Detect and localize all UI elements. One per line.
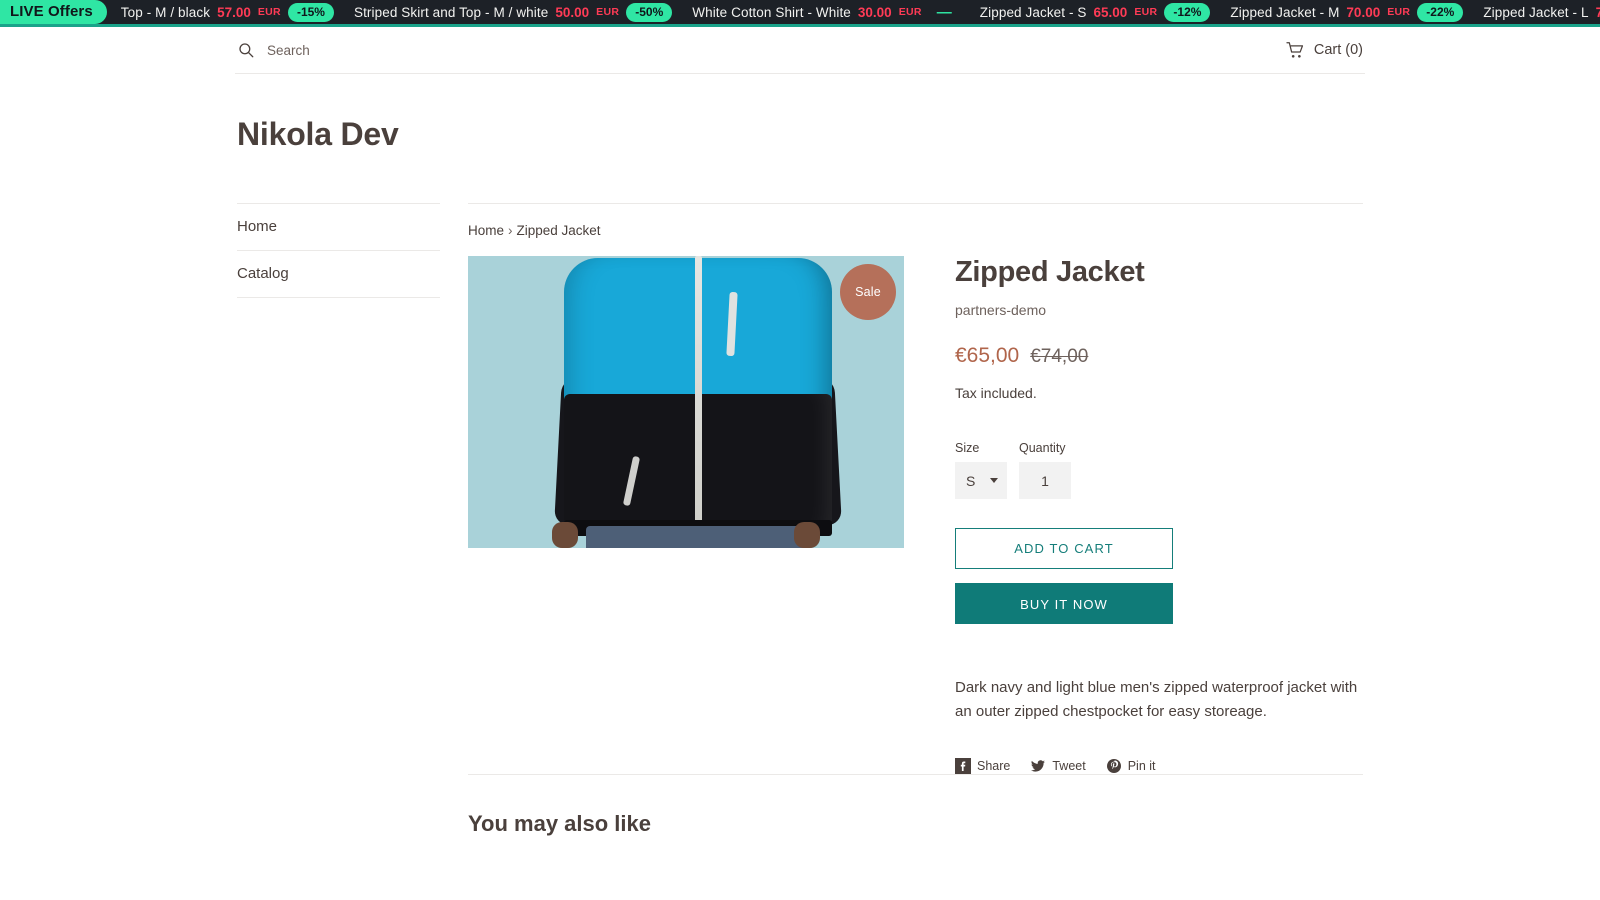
share-pinterest-label: Pin it	[1127, 759, 1156, 774]
model-hand-left	[552, 522, 578, 548]
share-facebook-label: Share	[977, 759, 1011, 774]
ticker-item-name: Top - M / black	[120, 4, 211, 20]
ticker-item[interactable]: Top - M / black 57.00 EUR -15%	[111, 2, 344, 22]
size-label: Size	[955, 441, 980, 456]
ticker-item-price: 57.00	[217, 4, 251, 20]
quantity-field: Quantity	[1019, 441, 1071, 500]
main-content: Home Catalog Home › Zipped Jacket Sale Z…	[235, 153, 1365, 775]
cart-link[interactable]: Cart (0)	[1286, 41, 1363, 59]
ticker-item-discount: -50%	[626, 2, 673, 22]
buy-it-now-button[interactable]: BUY IT NOW	[955, 583, 1173, 625]
ticker-item-currency: EUR	[1387, 6, 1411, 18]
ticker-item-price: 70.00	[1346, 4, 1381, 20]
jacket-illustration	[554, 256, 842, 548]
page-wrapper: Cart (0) Nikola Dev Home Catalog Home›Zi…	[0, 27, 1600, 837]
social-share-row: Share Tweet Pin it	[955, 724, 1363, 775]
ticker-item-price: 50.00	[555, 4, 590, 20]
search-icon[interactable]	[237, 41, 255, 59]
quantity-input[interactable]	[1019, 462, 1071, 500]
model-hand-right	[794, 522, 820, 548]
live-offers-pill: LIVE Offers	[0, 0, 107, 24]
related-heading: You may also like	[468, 811, 652, 837]
ticker-item-price: 65.00	[1093, 4, 1128, 20]
sale-badge: Sale	[840, 264, 896, 320]
ticker-item-currency: EUR	[898, 6, 922, 18]
search-input[interactable]	[267, 38, 547, 62]
twitter-icon	[1030, 758, 1046, 774]
shopping-cart-icon	[1286, 41, 1305, 59]
size-select[interactable]: S M L	[955, 462, 1007, 500]
ticker-item-name: Striped Skirt and Top - M / white	[353, 4, 549, 20]
share-twitter-button[interactable]: Tweet	[1030, 758, 1086, 774]
product-description: Dark navy and light blue men's zipped wa…	[955, 679, 1358, 721]
product-prices: €65,00 €74,00	[955, 318, 1363, 368]
ticker-item-discount: —	[936, 3, 952, 21]
related-inner: You may also like	[468, 774, 1363, 837]
related-products-section: You may also like	[235, 774, 1365, 837]
breadcrumb-home[interactable]: Home	[468, 223, 504, 238]
add-to-cart-button[interactable]: ADD TO CART	[955, 528, 1173, 570]
ticker-item-price: 75.00	[1596, 5, 1600, 20]
quantity-label: Quantity	[1019, 441, 1066, 456]
tax-note: Tax included.	[955, 385, 1037, 402]
breadcrumb: Home › Zipped Jacket	[468, 204, 1363, 238]
pinterest-icon	[1106, 758, 1122, 774]
site-title-wrapper: Nikola Dev	[235, 74, 1365, 153]
ticker-item[interactable]: Striped Skirt and Top - M / white 50.00 …	[344, 2, 682, 22]
ticker-item-name: White Cotton Shirt - White	[692, 4, 851, 20]
ticker-item[interactable]: Zipped Jacket - S 65.00 EUR -12%	[970, 2, 1221, 22]
ticker-item-currency: EUR	[1134, 6, 1158, 18]
ticker-item-discount: -15%	[287, 2, 334, 22]
site-header: Cart (0)	[235, 27, 1365, 74]
ticker-item[interactable]: Zipped Jacket - L 75.00 EUR -21%	[1473, 3, 1600, 22]
ticker-item[interactable]: White Cotton Shirt - White 30.00 EUR —	[682, 4, 970, 21]
facebook-icon	[955, 758, 971, 775]
size-field: Size S M L	[955, 441, 1007, 500]
ticker-item-discount: -12%	[1164, 2, 1211, 22]
ticker-item[interactable]: Zipped Jacket - M 70.00 EUR -22%	[1220, 2, 1473, 22]
product-info: Zipped Jacket partners-demo €65,00 €74,0…	[930, 256, 1363, 775]
ticker-item-name: Zipped Jacket - S	[979, 4, 1087, 20]
breadcrumb-current: Zipped Jacket	[516, 223, 601, 238]
product-vendor[interactable]: partners-demo	[955, 289, 1363, 318]
cart-label: Cart (0)	[1313, 42, 1363, 58]
ticker-item-discount: -22%	[1417, 2, 1464, 22]
product-block: Sale Zipped Jacket partners-demo €65,00 …	[468, 238, 1363, 775]
share-twitter-label: Tweet	[1052, 759, 1086, 774]
product-image[interactable]: Sale	[468, 256, 904, 548]
ticker-item-currency: EUR	[257, 6, 281, 18]
jacket-zipper	[695, 256, 702, 534]
variant-selectors: Size S M L Quantity	[955, 401, 1363, 500]
share-facebook-button[interactable]: Share	[955, 758, 1011, 775]
sidebar-item-catalog[interactable]: Catalog	[237, 251, 440, 298]
header-search-group	[237, 38, 547, 62]
ticker-item-price: 30.00	[857, 4, 892, 20]
share-pinterest-button[interactable]: Pin it	[1106, 758, 1156, 774]
ticker-item-name: Zipped Jacket - M	[1230, 4, 1340, 20]
ticker-item-currency: EUR	[596, 6, 620, 18]
site-title[interactable]: Nikola Dev	[237, 116, 1363, 153]
product-media: Sale	[468, 256, 904, 548]
ticker-track: Top - M / black 57.00 EUR -15% Striped S…	[111, 2, 1600, 22]
price-sale: €65,00	[955, 344, 1020, 368]
live-offers-ticker: LIVE Offers Top - M / black 57.00 EUR -1…	[0, 0, 1600, 27]
breadcrumb-separator: ›	[508, 223, 513, 238]
sidebar-nav: Home Catalog	[237, 203, 440, 298]
size-select-wrapper: S M L	[955, 462, 1007, 500]
product-title: Zipped Jacket	[955, 256, 1145, 288]
price-compare-at: €74,00	[1030, 346, 1089, 368]
model-jeans	[586, 526, 810, 548]
ticker-item-name: Zipped Jacket - L	[1483, 4, 1589, 20]
sidebar-item-home[interactable]: Home	[237, 204, 440, 251]
product-content: Home › Zipped Jacket Sale Zipped Jacket …	[468, 203, 1363, 775]
